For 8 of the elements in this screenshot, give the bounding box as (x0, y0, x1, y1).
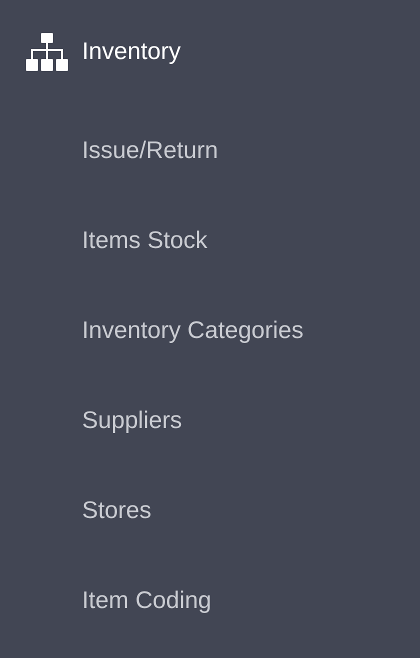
section-title[interactable]: Inventory (82, 34, 181, 70)
sitemap-icon (26, 33, 68, 71)
menu-item[interactable]: Inventory Categories (82, 313, 304, 349)
menu-item[interactable]: Item Coding (82, 583, 212, 619)
menu-item[interactable]: Suppliers (82, 403, 182, 439)
menu-item[interactable]: Issue/Return (82, 133, 218, 169)
menu-item[interactable]: Items Stock (82, 223, 208, 259)
menu-item[interactable]: Stores (82, 493, 152, 529)
